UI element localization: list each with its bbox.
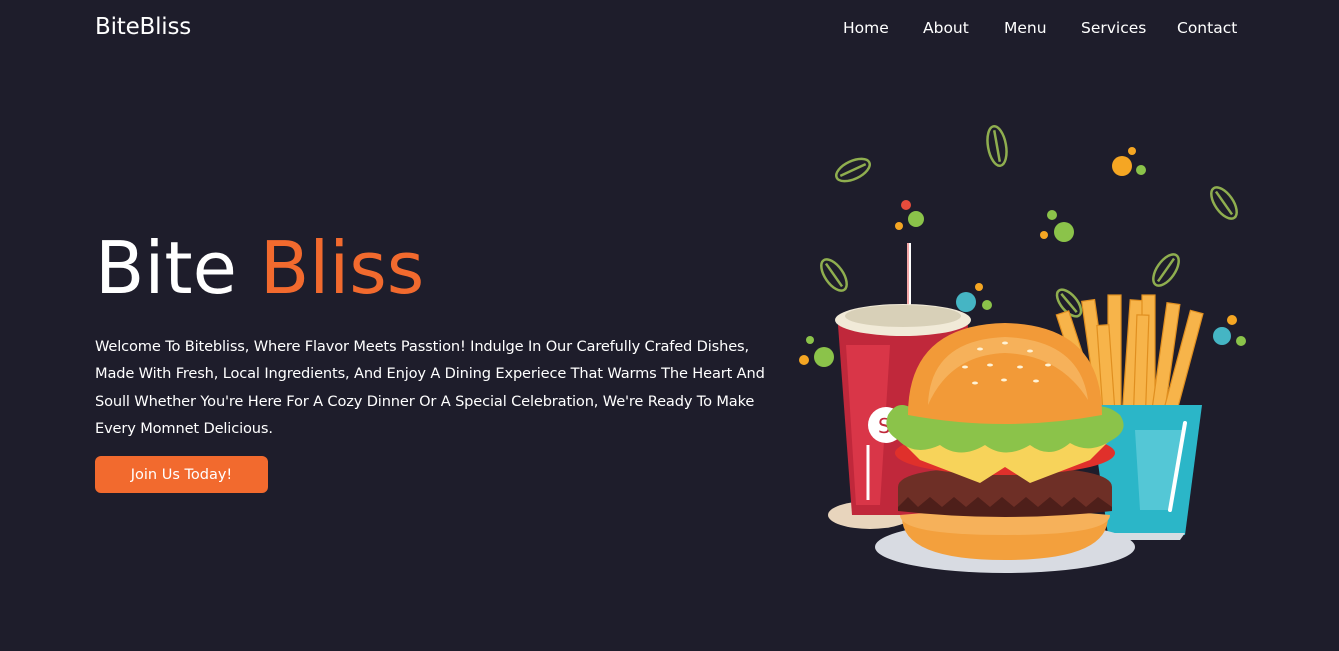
food-illustration: S [799,124,1246,573]
hero-title-part1: Bite [95,226,237,310]
hero-description: Welcome To Bitebliss, Where Flavor Meets… [95,338,765,437]
nav-link-menu[interactable]: Menu [1004,19,1047,37]
nav-link-home[interactable]: Home [843,19,889,37]
hero-title: Bite Bliss [95,223,424,313]
hero-title-part2: Bliss [259,226,425,310]
main-nav: Home About Menu Services Contact [0,19,1339,39]
nav-link-contact[interactable]: Contact [1177,19,1237,37]
nav-link-about[interactable]: About [923,19,969,37]
nav-link-services[interactable]: Services [1081,19,1146,37]
join-us-button[interactable]: Join Us Today! [95,456,268,493]
